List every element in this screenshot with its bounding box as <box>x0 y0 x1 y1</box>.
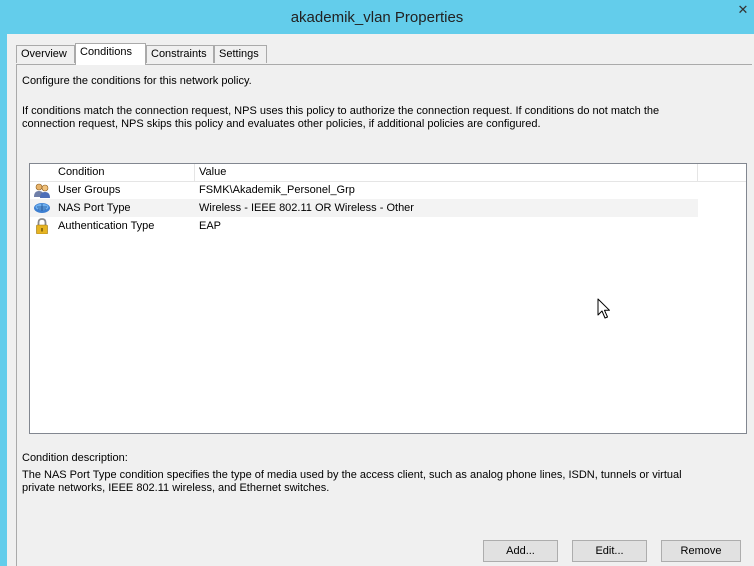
network-port-icon <box>34 203 50 213</box>
explanation-line-2: connection request, NPS skips this polic… <box>22 118 541 130</box>
condition-name: Authentication Type <box>58 220 155 232</box>
user-group-icon <box>34 183 50 198</box>
edit-button[interactable]: Edit... <box>572 540 647 562</box>
column-header-condition[interactable]: Condition <box>58 164 104 181</box>
tab-conditions[interactable]: Conditions <box>75 43 146 65</box>
add-button[interactable]: Add... <box>483 540 558 562</box>
explanation-line-1: If conditions match the connection reque… <box>22 105 660 117</box>
column-divider[interactable] <box>194 164 195 181</box>
conditions-list[interactable]: Condition Value User Groups FSMK\Akademi… <box>29 163 747 434</box>
condition-name: NAS Port Type <box>58 202 131 214</box>
remove-button[interactable]: Remove <box>661 540 741 562</box>
table-row[interactable]: User Groups FSMK\Akademik_Personel_Grp <box>30 181 698 199</box>
table-row[interactable]: NAS Port Type Wireless - IEEE 802.11 OR … <box>30 199 698 217</box>
lock-icon <box>36 218 48 234</box>
close-icon[interactable]: ✕ <box>732 0 754 22</box>
column-divider[interactable] <box>697 164 698 181</box>
tab-settings[interactable]: Settings <box>214 45 267 63</box>
mouse-cursor-icon <box>597 298 610 319</box>
list-header: Condition Value <box>30 164 746 182</box>
condition-value: EAP <box>199 220 222 232</box>
column-header-value[interactable]: Value <box>199 164 226 181</box>
condition-description-line-1: The NAS Port Type condition specifies th… <box>22 469 682 481</box>
window-frame-left <box>0 34 7 566</box>
condition-description-label: Condition description: <box>22 452 128 464</box>
tab-overview[interactable]: Overview <box>16 45 75 63</box>
dialog-client-area: Overview Conditions Constraints Settings… <box>7 34 754 566</box>
title-bar: akademik_vlan Properties ✕ <box>0 0 754 34</box>
condition-description-line-2: private networks, IEEE 802.11 wireless, … <box>22 482 330 494</box>
condition-value: FSMK\Akademik_Personel_Grp <box>199 184 355 196</box>
table-row[interactable]: Authentication Type EAP <box>30 217 698 235</box>
tab-constraints[interactable]: Constraints <box>146 45 214 63</box>
condition-name: User Groups <box>58 184 121 196</box>
window-title: akademik_vlan Properties <box>290 9 464 26</box>
intro-text: Configure the conditions for this networ… <box>22 75 252 87</box>
condition-value: Wireless - IEEE 802.11 OR Wireless - Oth… <box>199 202 414 214</box>
